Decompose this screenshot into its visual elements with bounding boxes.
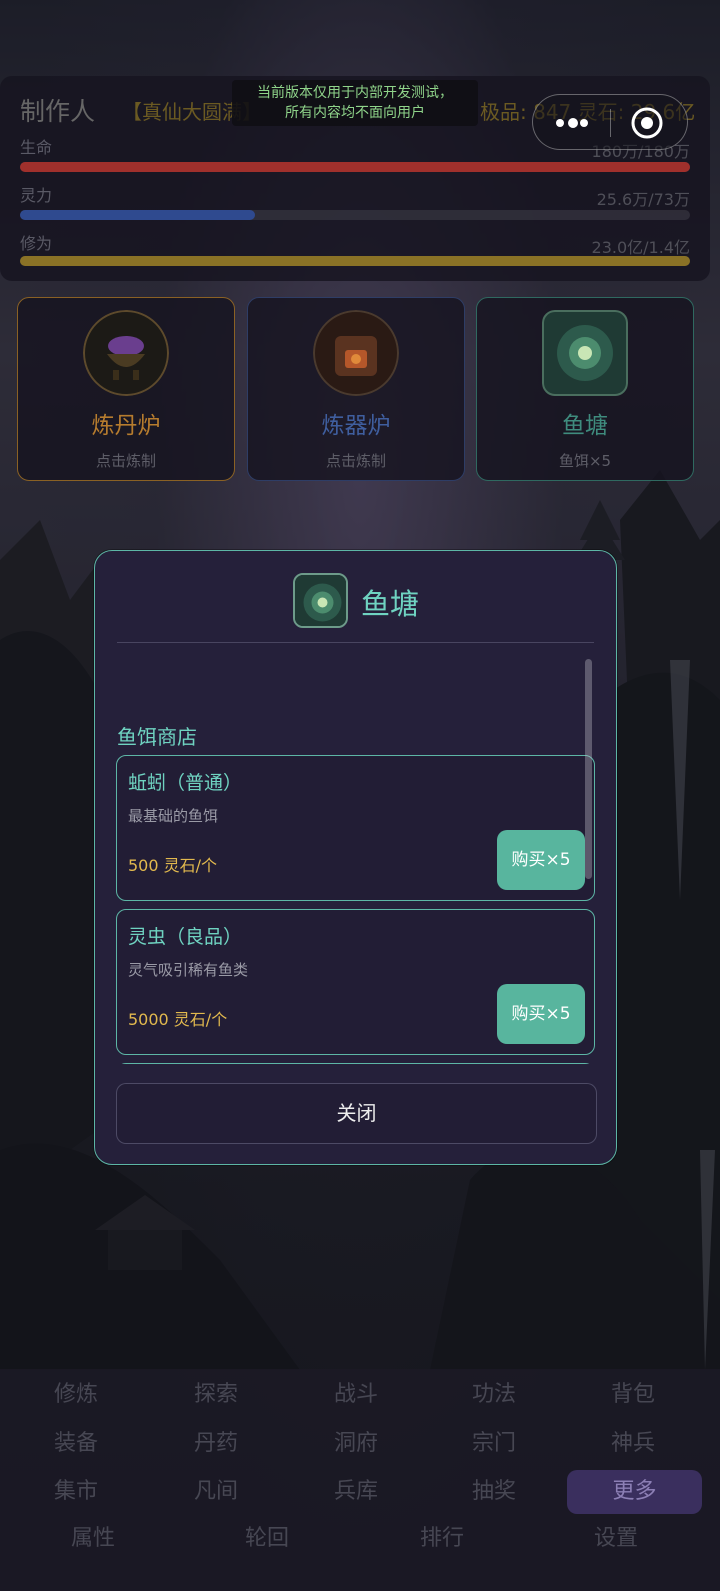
nav-armory[interactable]: 兵库 <box>287 1470 425 1514</box>
capsule-divider <box>610 109 611 137</box>
nav-settings[interactable]: 设置 <box>547 1517 685 1561</box>
bait-price: 5000 灵石/个 <box>128 1010 228 1029</box>
mp-bar <box>20 210 690 220</box>
nav-divine-weapon[interactable]: 神兵 <box>564 1422 702 1466</box>
bait-desc: 灵气吸引稀有鱼类 <box>128 961 249 979</box>
nav-battle[interactable]: 战斗 <box>287 1373 425 1417</box>
fish-pond-card[interactable]: 鱼塘 鱼饵×5 <box>476 297 694 481</box>
nav-pills[interactable]: 丹药 <box>147 1422 285 1466</box>
fish-pond-icon <box>542 310 628 396</box>
fish-pond-modal: 鱼塘 鱼饵商店 蚯蚓（普通） 最基础的鱼饵 500 灵石/个 购买×5 灵虫（良… <box>94 550 617 1165</box>
card-sub: 点击炼制 <box>95 452 156 470</box>
bait-item-partial <box>116 1063 595 1064</box>
nav-bag[interactable]: 背包 <box>564 1373 702 1417</box>
forge-furnace-icon <box>313 310 399 396</box>
nav-cave[interactable]: 洞府 <box>287 1422 425 1466</box>
nav-ranking[interactable]: 排行 <box>373 1517 511 1561</box>
player-name: 制作人 <box>20 97 96 126</box>
buy-spirit-insect-button[interactable]: 购买×5 <box>497 984 585 1044</box>
nav-attributes[interactable]: 属性 <box>24 1517 162 1561</box>
nav-equipment[interactable]: 装备 <box>7 1422 145 1466</box>
modal-close-button[interactable]: 关闭 <box>116 1083 597 1144</box>
cultivation-label: 修为 <box>20 234 53 253</box>
modal-divider <box>117 642 594 643</box>
bait-name: 灵虫（良品） <box>128 926 243 948</box>
bottom-nav: 修炼 探索 战斗 功法 背包 装备 丹药 洞府 宗门 神兵 集市 凡间 兵库 抽… <box>0 1369 720 1591</box>
bait-name: 蚯蚓（普通） <box>128 772 243 794</box>
card-name: 炼丹炉 <box>91 413 161 439</box>
cultivation-value: 23.0亿/1.4亿 <box>591 238 690 257</box>
card-name: 炼器炉 <box>321 413 391 439</box>
buy-earthworm-button[interactable]: 购买×5 <box>497 830 585 890</box>
nav-mortal-world[interactable]: 凡间 <box>147 1470 285 1514</box>
modal-header: 鱼塘 <box>95 551 616 643</box>
mp-label: 灵力 <box>20 186 53 205</box>
cultivation-bar <box>20 256 690 266</box>
nav-skills[interactable]: 功法 <box>425 1373 563 1417</box>
nav-explore[interactable]: 探索 <box>147 1373 285 1417</box>
alchemy-furnace-icon <box>83 310 169 396</box>
bait-item-earthworm: 蚯蚓（普通） 最基础的鱼饵 500 灵石/个 购买×5 <box>116 755 595 901</box>
hp-bar-fill <box>20 162 690 172</box>
dev-notice-line1: 当前版本仅用于内部开发测试， <box>257 85 453 101</box>
bait-price: 500 灵石/个 <box>128 856 218 875</box>
close-miniprogram-icon[interactable] <box>629 105 665 141</box>
fish-pond-modal-icon <box>293 573 348 628</box>
nav-sect[interactable]: 宗门 <box>425 1422 563 1466</box>
card-sub: 点击炼制 <box>325 452 386 470</box>
card-sub: 鱼饵×5 <box>558 452 612 470</box>
modal-title: 鱼塘 <box>361 587 420 621</box>
modal-scrollbar[interactable] <box>585 659 592 879</box>
nav-market[interactable]: 集市 <box>7 1470 145 1514</box>
hp-label: 生命 <box>20 138 53 157</box>
bait-shop-title: 鱼饵商店 <box>117 725 197 749</box>
forge-furnace-card[interactable]: 炼器炉 点击炼制 <box>247 297 465 481</box>
nav-more[interactable]: 更多 <box>567 1470 702 1514</box>
mp-bar-fill <box>20 210 255 220</box>
bait-item-spirit-insect: 灵虫（良品） 灵气吸引稀有鱼类 5000 灵石/个 购买×5 <box>116 909 595 1055</box>
dev-notice-line2: 所有内容均不面向用户 <box>285 105 425 121</box>
nav-reincarnation[interactable]: 轮回 <box>198 1517 336 1561</box>
miniprogram-capsule <box>532 94 688 150</box>
hp-bar <box>20 162 690 172</box>
bait-shop-scroll-area[interactable]: 鱼饵商店 蚯蚓（普通） 最基础的鱼饵 500 灵石/个 购买×5 灵虫（良品） … <box>115 659 595 1064</box>
card-name: 鱼塘 <box>562 413 608 439</box>
nav-lottery[interactable]: 抽奖 <box>425 1470 563 1514</box>
cultivation-bar-fill <box>20 256 690 266</box>
mp-value: 25.6万/73万 <box>596 190 690 209</box>
bait-desc: 最基础的鱼饵 <box>128 807 219 825</box>
nav-cultivate[interactable]: 修炼 <box>7 1373 145 1417</box>
alchemy-furnace-card[interactable]: 炼丹炉 点击炼制 <box>17 297 235 481</box>
more-dots-icon[interactable] <box>551 108 591 138</box>
dev-notice-banner: 当前版本仅用于内部开发测试， 所有内容均不面向用户 <box>232 80 478 126</box>
